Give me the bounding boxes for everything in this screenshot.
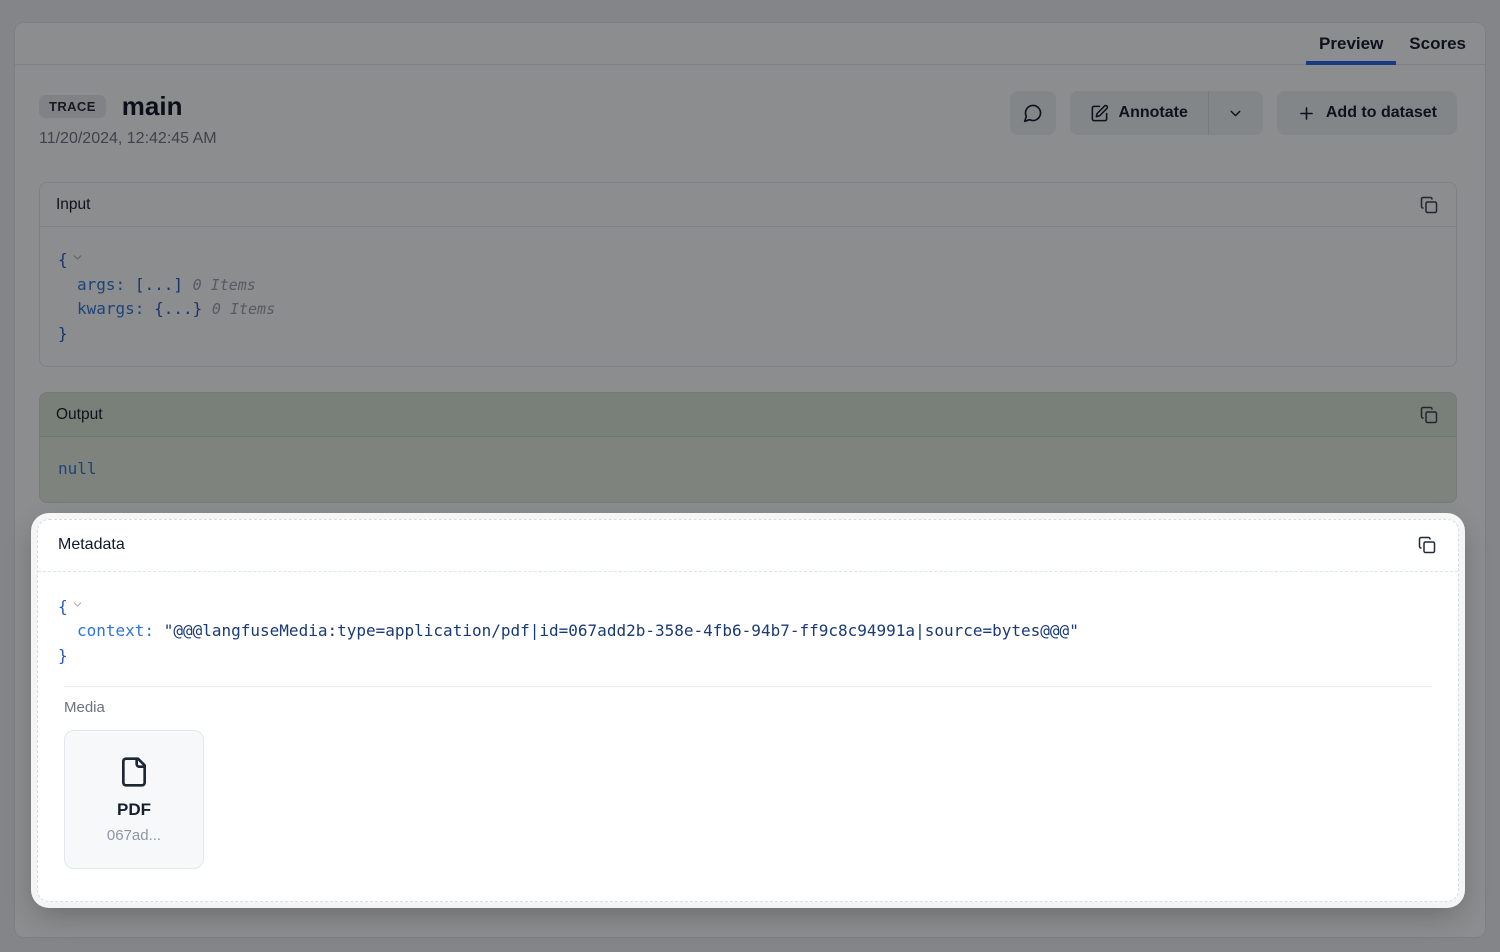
copy-icon bbox=[1418, 536, 1436, 554]
metadata-panel: Metadata { context: "@@@langfuseMedia:ty… bbox=[37, 519, 1459, 903]
json-close-brace: } bbox=[58, 646, 68, 665]
media-file-type: PDF bbox=[117, 800, 151, 820]
media-file-id: 067ad... bbox=[107, 827, 161, 844]
copy-metadata-button[interactable] bbox=[1416, 534, 1438, 556]
metadata-panel-title: Metadata bbox=[58, 536, 125, 554]
metadata-json-viewer: { context: "@@@langfuseMedia:type=applic… bbox=[38, 572, 1458, 687]
media-section: Media PDF 067ad... bbox=[64, 686, 1432, 901]
json-line-context: context: "@@@langfuseMedia:type=applicat… bbox=[58, 619, 1438, 644]
media-section-label: Media bbox=[64, 699, 1432, 716]
collapse-chevron-icon[interactable] bbox=[71, 596, 84, 615]
json-open-brace[interactable]: { bbox=[58, 597, 68, 616]
json-string-value: "@@@langfuseMedia:type=application/pdf|i… bbox=[164, 621, 1079, 640]
metadata-panel-header: Metadata bbox=[38, 520, 1458, 572]
file-icon bbox=[118, 756, 150, 788]
media-file-card[interactable]: PDF 067ad... bbox=[64, 730, 204, 869]
json-key: context: bbox=[77, 621, 154, 640]
